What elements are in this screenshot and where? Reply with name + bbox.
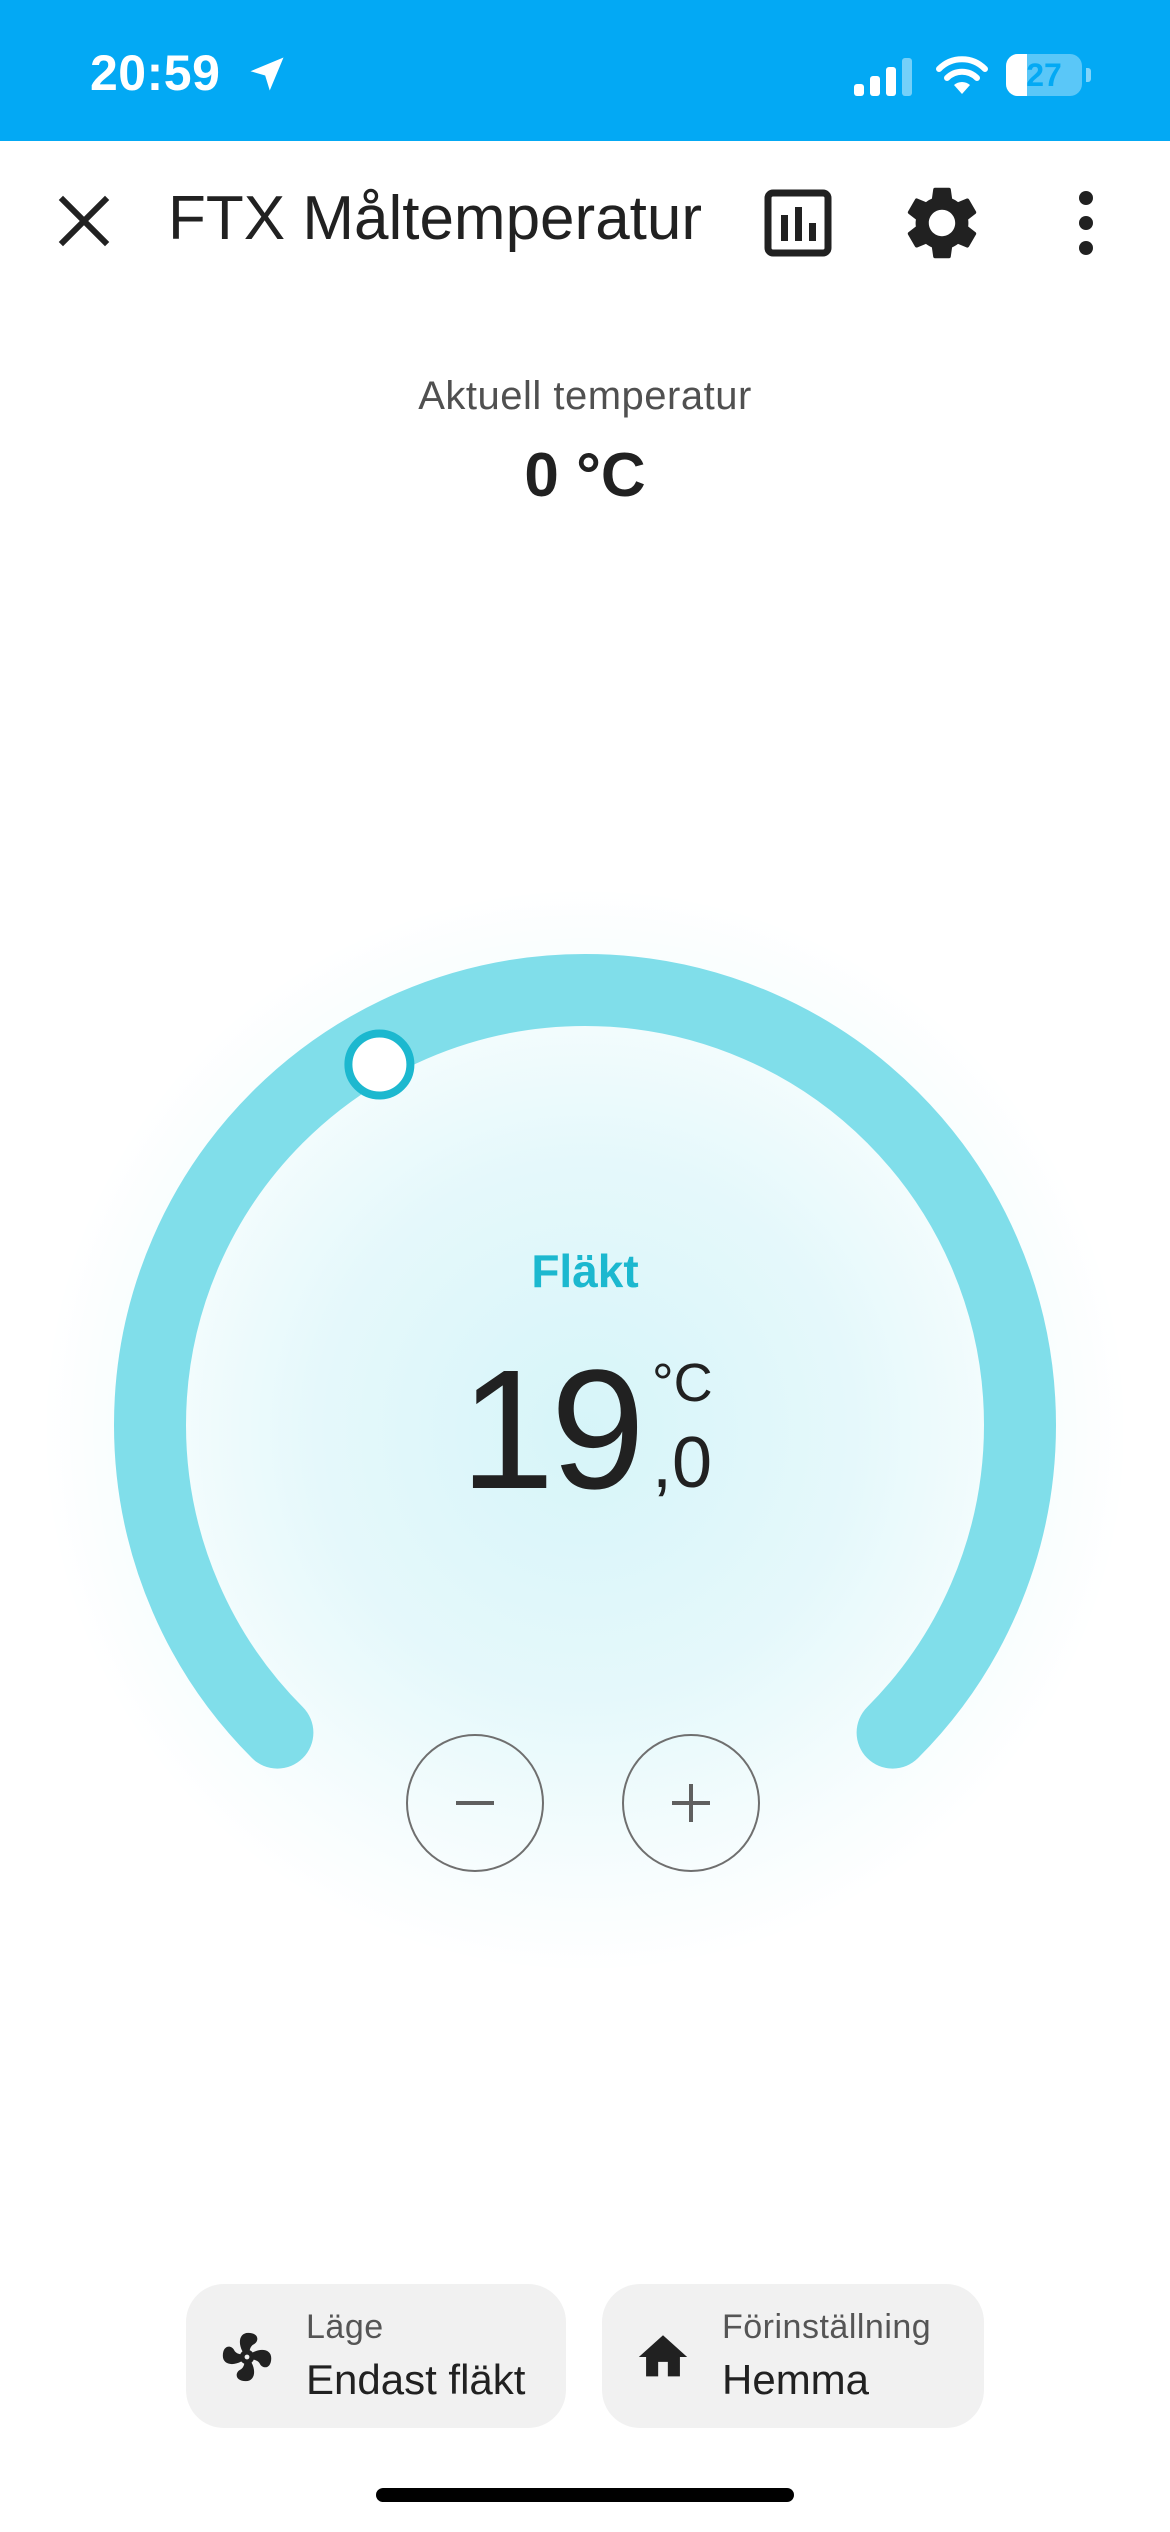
- home-icon: [638, 2335, 688, 2377]
- plus-icon: [672, 1784, 710, 1822]
- target-temperature: 19 °C ,0: [460, 1340, 720, 1520]
- fan-icon: [222, 2332, 272, 2382]
- preset-chip[interactable]: Förinställning Hemma: [602, 2284, 984, 2428]
- increase-temperature-button[interactable]: [622, 1734, 760, 1872]
- target-temperature-unit: °C: [652, 1353, 713, 1413]
- preset-chip-value: Hemma: [722, 2356, 870, 2403]
- preset-chip-title: Förinställning: [722, 2308, 932, 2346]
- hvac-mode-chip[interactable]: Läge Endast fläkt: [186, 2284, 566, 2428]
- target-temperature-decimal: ,0: [652, 1423, 713, 1503]
- hvac-mode-chip-value: Endast fläkt: [306, 2356, 526, 2403]
- hvac-mode-chip-title: Läge: [306, 2308, 384, 2346]
- minus-icon: [456, 1801, 494, 1805]
- home-indicator[interactable]: [376, 2488, 794, 2502]
- target-temperature-integer: 19: [460, 1335, 645, 1525]
- hvac-action-label: Fläkt: [531, 1245, 639, 1297]
- decrease-temperature-button[interactable]: [406, 1734, 544, 1872]
- dial-handle[interactable]: [344, 1029, 415, 1100]
